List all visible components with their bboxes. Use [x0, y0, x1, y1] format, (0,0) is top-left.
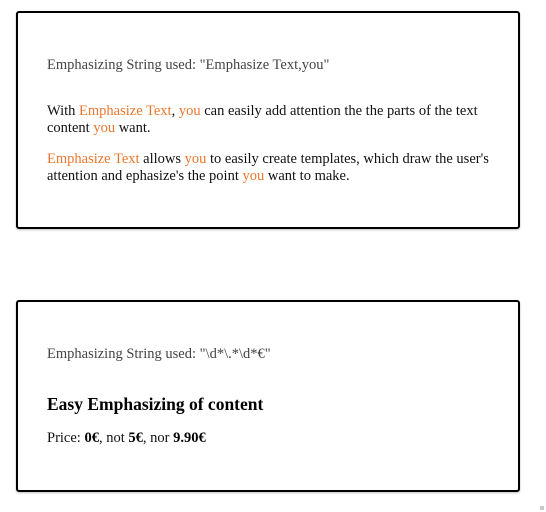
text-segment: want to make. [264, 168, 350, 184]
emphasizing-string-caption: Emphasizing String used: "\d*\.*\d*€" [47, 346, 271, 362]
price-value: 5€ [128, 430, 143, 446]
emphasizing-string-caption: Emphasizing String used: "Emphasize Text… [47, 57, 330, 73]
paragraph-2: Emphasize Text allows you to easily crea… [47, 151, 497, 185]
text-segment: want. [115, 120, 151, 136]
price-value: 0€ [84, 430, 99, 446]
emphasize-text-card: Emphasizing String used: "Emphasize Text… [16, 11, 520, 229]
emphasized-text: Emphasize Text [47, 151, 140, 167]
card-heading: Easy Emphasizing of content [47, 394, 264, 414]
emphasized-text: you [242, 168, 265, 184]
paragraph-1: With Emphasize Text, you can easily add … [47, 103, 497, 137]
price-line: Price: 0€, not 5€, nor 9.90€ [47, 430, 206, 447]
emphasized-text: you [93, 120, 116, 136]
scrollbar-corner [540, 506, 544, 510]
emphasized-text: you [184, 151, 207, 167]
text-segment: , nor [142, 430, 174, 446]
emphasized-text: Emphasize Text [79, 103, 172, 119]
text-segment: With [47, 103, 80, 119]
price-label: Price: [47, 430, 85, 446]
text-segment: allows [139, 151, 185, 167]
price-emphasis-card: Emphasizing String used: "\d*\.*\d*€" Ea… [16, 300, 520, 492]
price-value: 9.90€ [173, 430, 206, 446]
emphasized-text: you [178, 103, 201, 119]
text-segment: , [171, 103, 179, 119]
text-segment: , not [98, 430, 129, 446]
